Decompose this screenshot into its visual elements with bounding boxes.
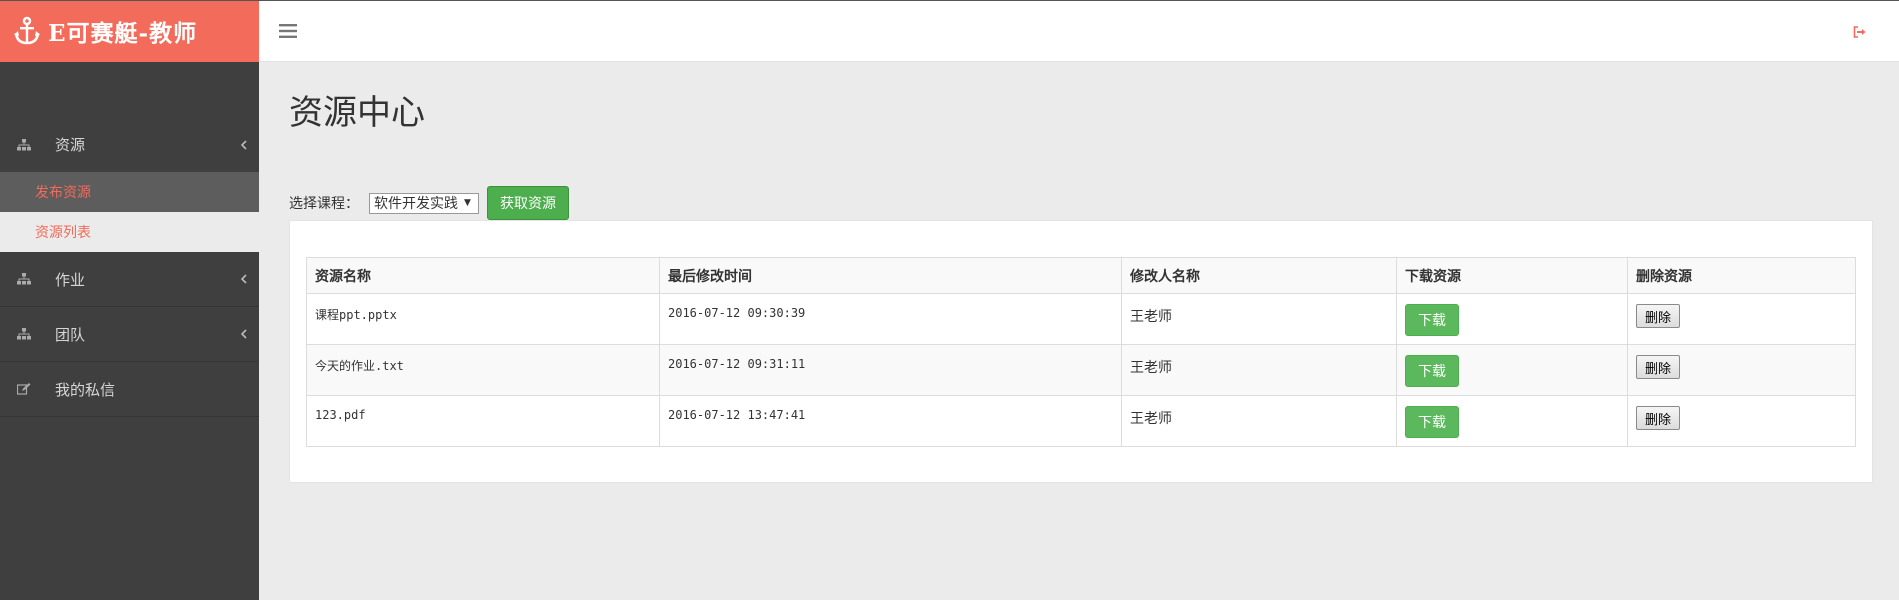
brand-bar[interactable]: E可赛艇-教师 bbox=[0, 0, 259, 62]
sidebar-item-messages[interactable]: 我的私信 bbox=[0, 362, 259, 417]
edit-icon bbox=[17, 383, 31, 395]
course-selector-bar: 选择课程： 软件开发实践 ▼ 获取资源 bbox=[289, 186, 569, 220]
download-button[interactable]: 下载 bbox=[1405, 304, 1459, 336]
cell-delete: 删除 bbox=[1627, 293, 1856, 345]
chevron-left-icon bbox=[240, 274, 247, 284]
resource-panel: 资源名称 最后修改时间 修改人名称 下载资源 删除资源 课程ppt.pptx 2… bbox=[289, 220, 1873, 483]
fetch-resources-button[interactable]: 获取资源 bbox=[487, 186, 569, 220]
sign-out-icon[interactable] bbox=[1853, 26, 1867, 38]
anchor-icon bbox=[14, 16, 40, 45]
chevron-left-icon bbox=[240, 139, 247, 150]
delete-button[interactable]: 删除 bbox=[1636, 406, 1680, 430]
course-select[interactable]: 软件开发实践 ▼ bbox=[369, 192, 479, 214]
resource-table: 资源名称 最后修改时间 修改人名称 下载资源 删除资源 课程ppt.pptx 2… bbox=[306, 257, 1856, 447]
cell-modified-time: 2016-07-12 13:47:41 bbox=[659, 395, 1122, 447]
table-row: 123.pdf 2016-07-12 13:47:41 王老师 下载 删除 bbox=[306, 395, 1856, 447]
column-header-name: 资源名称 bbox=[306, 257, 660, 294]
sidebar-subitem-publish-resource[interactable]: 发布资源 bbox=[0, 172, 259, 212]
chevron-left-icon bbox=[240, 329, 247, 339]
table-header-row: 资源名称 最后修改时间 修改人名称 下载资源 删除资源 bbox=[306, 257, 1856, 294]
cell-download: 下载 bbox=[1396, 395, 1628, 447]
table-row: 今天的作业.txt 2016-07-12 09:31:11 王老师 下载 删除 bbox=[306, 344, 1856, 396]
cell-delete: 删除 bbox=[1627, 344, 1856, 396]
download-button[interactable]: 下载 bbox=[1405, 355, 1459, 387]
cell-modifier: 王老师 bbox=[1121, 395, 1397, 447]
sidebar-subitem-resource-list[interactable]: 资源列表 bbox=[0, 212, 259, 252]
top-header bbox=[259, 1, 1899, 62]
sitemap-icon bbox=[17, 273, 31, 285]
sidebar-item-team[interactable]: 团队 bbox=[0, 307, 259, 362]
sitemap-icon bbox=[17, 328, 31, 340]
sidebar-item-label: 我的私信 bbox=[55, 380, 116, 399]
cell-delete: 删除 bbox=[1627, 395, 1856, 447]
course-label: 选择课程： bbox=[289, 196, 359, 212]
sidebar-item-label: 作业 bbox=[55, 270, 86, 289]
cell-download: 下载 bbox=[1396, 344, 1628, 396]
menu-icon[interactable] bbox=[279, 23, 297, 39]
caret-down-icon: ▼ bbox=[464, 198, 471, 208]
cell-modifier: 王老师 bbox=[1121, 293, 1397, 345]
sidebar-item-resource[interactable]: 资源 bbox=[0, 117, 259, 172]
cell-modified-time: 2016-07-12 09:31:11 bbox=[659, 344, 1122, 396]
page-title: 资源中心 bbox=[289, 93, 425, 133]
column-header-modified: 最后修改时间 bbox=[659, 257, 1122, 294]
column-header-modifier: 修改人名称 bbox=[1121, 257, 1397, 294]
table-row: 课程ppt.pptx 2016-07-12 09:30:39 王老师 下载 删除 bbox=[306, 293, 1856, 345]
sidebar-item-label: 资源 bbox=[55, 136, 86, 154]
course-select-value: 软件开发实践 bbox=[374, 196, 458, 212]
delete-button[interactable]: 删除 bbox=[1636, 304, 1680, 328]
cell-modifier: 王老师 bbox=[1121, 344, 1397, 396]
brand-title: E可赛艇-教师 bbox=[48, 20, 198, 47]
cell-download: 下载 bbox=[1396, 293, 1628, 345]
window-top-border bbox=[0, 0, 1899, 1]
sidebar-item-homework[interactable]: 作业 bbox=[0, 252, 259, 307]
sidebar-item-label: 团队 bbox=[55, 325, 86, 344]
cell-resource-name: 123.pdf bbox=[306, 395, 660, 447]
sitemap-icon bbox=[17, 138, 31, 150]
cell-resource-name: 今天的作业.txt bbox=[306, 344, 660, 396]
column-header-download: 下载资源 bbox=[1396, 257, 1628, 294]
sidebar-subitem-label: 资源列表 bbox=[35, 225, 91, 241]
cell-resource-name: 课程ppt.pptx bbox=[306, 293, 660, 345]
cell-modified-time: 2016-07-12 09:30:39 bbox=[659, 293, 1122, 345]
sidebar-subitem-label: 发布资源 bbox=[35, 185, 91, 201]
download-button[interactable]: 下载 bbox=[1405, 406, 1459, 438]
column-header-delete: 删除资源 bbox=[1627, 257, 1856, 294]
sidebar: E可赛艇-教师 资源 发布资源 资源列表 作业 团队 我的私信 bbox=[0, 0, 259, 600]
delete-button[interactable]: 删除 bbox=[1636, 355, 1680, 379]
